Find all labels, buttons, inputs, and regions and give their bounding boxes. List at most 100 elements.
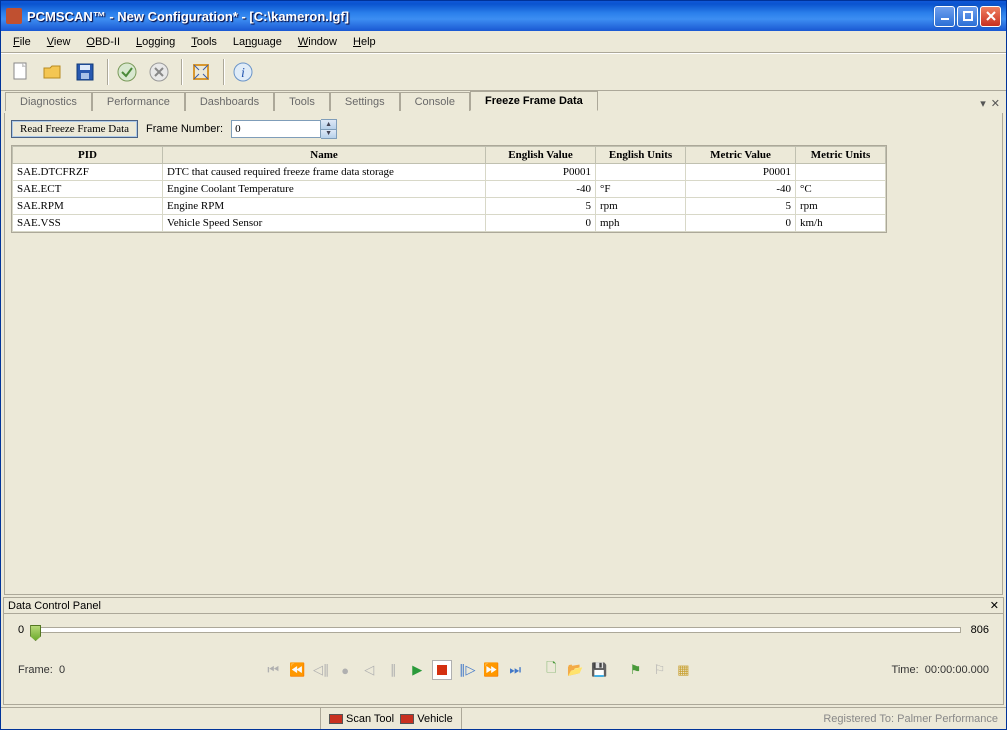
step-forward-icon[interactable]: ∥▷ [458,661,476,679]
freeze-frame-table: PID Name English Value English Units Met… [12,146,886,232]
data-panel-close-icon[interactable]: ✕ [990,599,999,612]
spinner-up-icon[interactable]: ▲ [321,120,336,130]
frame-number-spinner[interactable]: ▲ ▼ [231,119,337,139]
col-metric-units[interactable]: Metric Units [796,147,886,164]
open-log-icon[interactable]: 📂 [566,661,584,679]
marker-remove-icon[interactable]: ⚐ [650,661,668,679]
cell-english-units [596,164,686,181]
tabstrip-aux: ▾ ✕ [980,97,1006,110]
tab-close-icon[interactable]: ✕ [991,97,1000,110]
cell-metric-units: km/h [796,215,886,232]
time-label: Time: [892,664,919,676]
menubar: File View OBD-II Logging Tools Language … [1,31,1006,53]
content-pane: Read Freeze Frame Data Frame Number: ▲ ▼… [4,113,1003,595]
fast-forward-icon[interactable]: ⏩ [482,661,500,679]
marker-add-icon[interactable]: ⚑ [626,661,644,679]
menu-logging[interactable]: Logging [128,33,183,51]
scan-tool-swatch [329,714,343,724]
save-file-icon[interactable] [71,58,99,86]
pause-icon[interactable]: ∥ [384,661,402,679]
cell-english-value: P0001 [486,164,596,181]
table-row[interactable]: SAE.VSSVehicle Speed Sensor0mph0km/h [13,215,886,232]
fullscreen-icon[interactable] [187,58,215,86]
cell-english-value: 5 [486,198,596,215]
cell-english-units: °F [596,181,686,198]
menu-language[interactable]: Language [225,33,290,51]
spinner-down-icon[interactable]: ▼ [321,130,336,139]
table-row[interactable]: SAE.RPMEngine RPM5rpm5rpm [13,198,886,215]
menu-window[interactable]: Window [290,33,345,51]
play-icon[interactable]: ▶ [408,661,426,679]
skip-start-icon[interactable]: ⏮ [264,661,282,679]
connect-icon[interactable] [113,58,141,86]
data-panel-title: Data Control Panel [8,600,990,612]
menu-help[interactable]: Help [345,33,384,51]
cell-name: Engine RPM [163,198,486,215]
grid-icon[interactable]: ▦ [674,661,692,679]
vehicle-swatch [400,714,414,724]
col-metric-value[interactable]: Metric Value [686,147,796,164]
save-log-icon[interactable]: 💾 [590,661,608,679]
app-icon [6,8,22,24]
cell-metric-units: °C [796,181,886,198]
stop-button[interactable] [432,660,452,680]
close-button[interactable] [980,6,1001,27]
frame-number-input[interactable] [231,120,321,138]
menu-file[interactable]: File [5,33,39,51]
cell-metric-value: 5 [686,198,796,215]
tab-settings[interactable]: Settings [330,92,400,111]
rewind-icon[interactable]: ⏪ [288,661,306,679]
vehicle-label: Vehicle [417,713,452,725]
cell-english-value: 0 [486,215,596,232]
tab-freeze-frame[interactable]: Freeze Frame Data [470,91,598,111]
cell-pid: SAE.RPM [13,198,163,215]
tab-performance[interactable]: Performance [92,92,185,111]
play-reverse-icon[interactable]: ◁ [360,661,378,679]
step-back-icon[interactable]: ◁∥ [312,661,330,679]
toolbar: i [1,53,1006,91]
tabstrip: Diagnostics Performance Dashboards Tools… [1,91,1006,113]
app-window: PCMSCAN™ - New Configuration* - [C:\kame… [0,0,1007,730]
table-row[interactable]: SAE.ECTEngine Coolant Temperature-40°F-4… [13,181,886,198]
frame-label: Frame: [18,664,53,676]
cell-metric-value: P0001 [686,164,796,181]
record-icon[interactable]: ● [336,661,354,679]
cell-name: DTC that caused required freeze frame da… [163,164,486,181]
new-log-icon[interactable]: 🗋 [542,661,560,679]
open-file-icon[interactable] [39,58,67,86]
slider-max: 806 [971,624,989,636]
cell-pid: SAE.DTCFRZF [13,164,163,181]
menu-view[interactable]: View [39,33,79,51]
cell-name: Vehicle Speed Sensor [163,215,486,232]
cell-english-units: rpm [596,198,686,215]
cell-english-value: -40 [486,181,596,198]
tab-tools[interactable]: Tools [274,92,330,111]
cell-metric-value: 0 [686,215,796,232]
read-freeze-frame-button[interactable]: Read Freeze Frame Data [11,120,138,138]
info-icon[interactable]: i [229,58,257,86]
tab-dashboards[interactable]: Dashboards [185,92,274,111]
disconnect-icon[interactable] [145,58,173,86]
col-name[interactable]: Name [163,147,486,164]
cell-metric-units [796,164,886,181]
skip-end-icon[interactable]: ⏭ [506,661,524,679]
cell-metric-units: rpm [796,198,886,215]
tab-diagnostics[interactable]: Diagnostics [5,92,92,111]
maximize-button[interactable] [957,6,978,27]
timeline-slider[interactable] [34,627,961,633]
col-pid[interactable]: PID [13,147,163,164]
tab-dropdown-icon[interactable]: ▾ [980,97,986,110]
freeze-frame-table-wrap: PID Name English Value English Units Met… [11,145,887,233]
tab-console[interactable]: Console [400,92,470,111]
new-file-icon[interactable] [7,58,35,86]
titlebar[interactable]: PCMSCAN™ - New Configuration* - [C:\kame… [1,1,1006,31]
menu-obd[interactable]: OBD-II [78,33,128,51]
col-english-value[interactable]: English Value [486,147,596,164]
minimize-button[interactable] [934,6,955,27]
cell-english-units: mph [596,215,686,232]
cell-metric-value: -40 [686,181,796,198]
playback-controls: ⏮ ⏪ ◁∥ ● ◁ ∥ ▶ ∥▷ ⏩ ⏭ 🗋 📂 💾 ⚑ ⚐ ▦ [65,660,891,680]
col-english-units[interactable]: English Units [596,147,686,164]
table-row[interactable]: SAE.DTCFRZFDTC that caused required free… [13,164,886,181]
menu-tools[interactable]: Tools [183,33,225,51]
